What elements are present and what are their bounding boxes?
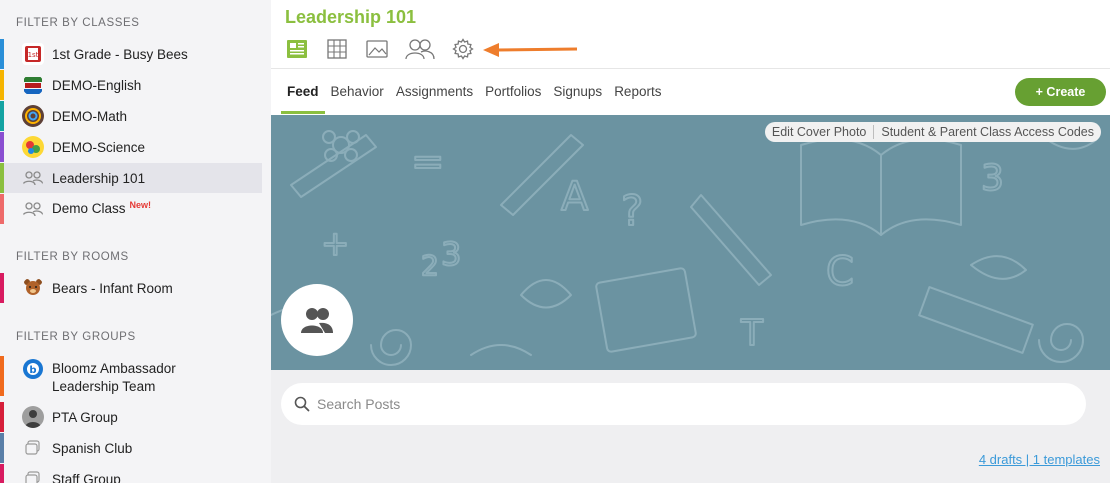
svg-text:3: 3 [441,235,461,273]
bloomz-logo-icon: b [22,358,44,380]
sidebar-item-label-line2: Leadership Team [52,379,156,394]
drafts-templates-link[interactable]: 4 drafts | 1 templates [979,452,1100,467]
sidebar-item-pta-group[interactable]: PTA Group [0,402,262,432]
cover-photo: = 3 2 A ? C 3 T + Edit Cover Photo Stude… [271,115,1110,370]
sidebar-item-label: Spanish Club [52,440,133,456]
svg-text:+: + [321,224,350,264]
svg-text:A: A [561,174,589,220]
create-button[interactable]: + Create [1015,78,1106,106]
cover-actions: Edit Cover Photo Student & Parent Class … [764,122,1101,142]
sidebar-item-label: DEMO-Science [52,139,146,155]
svg-text:1st: 1st [28,51,39,59]
tab-portfolios[interactable]: Portfolios [479,80,547,114]
classes-section-header: FILTER BY CLASSES [16,17,140,29]
rooms-section-header: FILTER BY ROOMS [16,251,129,263]
search-icon [294,396,310,412]
sidebar-item-label: DEMO-Math [52,108,128,124]
sidebar-item-label: Staff Group [52,471,121,483]
color-bar [0,464,4,483]
color-bar [0,39,4,69]
sidebar: FILTER BY CLASSES 1st 1st Grade - Busy B… [0,0,271,483]
sidebar-item-spanish-club[interactable]: Spanish Club [0,433,262,463]
arrow-annotation-icon [483,43,578,57]
tab-assignments[interactable]: Assignments [390,80,479,114]
search-input[interactable] [317,394,1057,414]
people-icon[interactable] [405,37,435,61]
people-icon [22,167,44,189]
sidebar-item-label-line1: Bloomz Ambassador [52,361,176,376]
sidebar-item-label: Demo Class New! [52,200,151,219]
sidebar-item-demo-math[interactable]: DEMO-Math [0,101,262,131]
person-avatar-icon [22,406,44,428]
doodle-pattern-icon: = 3 2 A ? C 3 T + [271,125,1097,366]
svg-text:T: T [740,313,764,354]
sidebar-item-label: PTA Group [52,409,118,425]
svg-text:b: b [29,365,36,376]
page-title: Leadership 101 [285,7,417,27]
svg-text:3: 3 [981,158,1004,199]
sidebar-item-label: Bears - Infant Room [52,280,173,296]
color-bar [0,273,4,303]
sidebar-item-label: 1st Grade - Busy Bees [52,46,188,62]
tab-feed[interactable]: Feed [281,80,325,114]
tab-signups[interactable]: Signups [547,80,608,114]
sidebar-item-text: Demo Class [52,200,126,216]
book-icon: 1st [22,43,44,65]
feed-icon[interactable] [285,37,309,61]
color-bar [0,402,4,432]
class-toolbar [285,37,491,61]
people-icon [22,198,44,220]
sidebar-item-label: Leadership 101 [52,170,146,186]
color-bar [0,433,4,463]
header-divider [271,68,1110,69]
sidebar-item-label: DEMO-English [52,77,142,93]
gear-icon[interactable] [451,37,475,61]
math-circle-icon [22,105,44,127]
svg-text:?: ? [621,186,643,235]
sidebar-item-demo-science[interactable]: DEMO-Science [0,132,262,162]
chat-bubble-icon [22,468,44,483]
svg-text:2: 2 [421,249,439,282]
sidebar-item-leadership-101[interactable]: Leadership 101 [0,163,262,193]
color-bar [0,101,4,131]
edit-cover-photo-button[interactable]: Edit Cover Photo [765,122,874,142]
color-bar [0,163,4,193]
avatar[interactable] [281,284,353,356]
science-icon [22,136,44,158]
color-bar [0,132,4,162]
color-bar [0,70,4,100]
sidebar-item-1st-grade[interactable]: 1st 1st Grade - Busy Bees [0,39,262,69]
tab-behavior[interactable]: Behavior [325,80,390,114]
tab-reports[interactable]: Reports [608,80,667,114]
sidebar-item-bloomz-ambassador[interactable]: b Bloomz Ambassador Leadership Team [0,356,262,396]
chat-bubble-icon [22,437,44,459]
access-codes-button[interactable]: Student & Parent Class Access Codes [874,122,1101,142]
people-icon [301,308,333,333]
color-bar [0,194,4,224]
groups-section-header: FILTER BY GROUPS [16,331,136,343]
sidebar-item-demo-class[interactable]: Demo Class New! [0,194,262,224]
sidebar-item-staff-group[interactable]: Staff Group [0,464,262,483]
svg-text:=: = [411,139,445,185]
bear-icon [22,277,44,299]
search-bar [281,383,1086,425]
image-icon[interactable] [365,37,389,61]
new-badge: New! [129,199,152,210]
svg-text:C: C [826,249,854,295]
main-panel: Leadership 101 Feed Behavior Assignments… [271,0,1110,483]
class-tabs: Feed Behavior Assignments Portfolios Sig… [281,80,667,116]
sidebar-item-demo-english[interactable]: DEMO-English [0,70,262,100]
books-stack-icon [22,74,44,96]
color-bar [0,356,4,396]
sidebar-item-bears-infant-room[interactable]: Bears - Infant Room [0,273,262,303]
table-icon[interactable] [325,37,349,61]
